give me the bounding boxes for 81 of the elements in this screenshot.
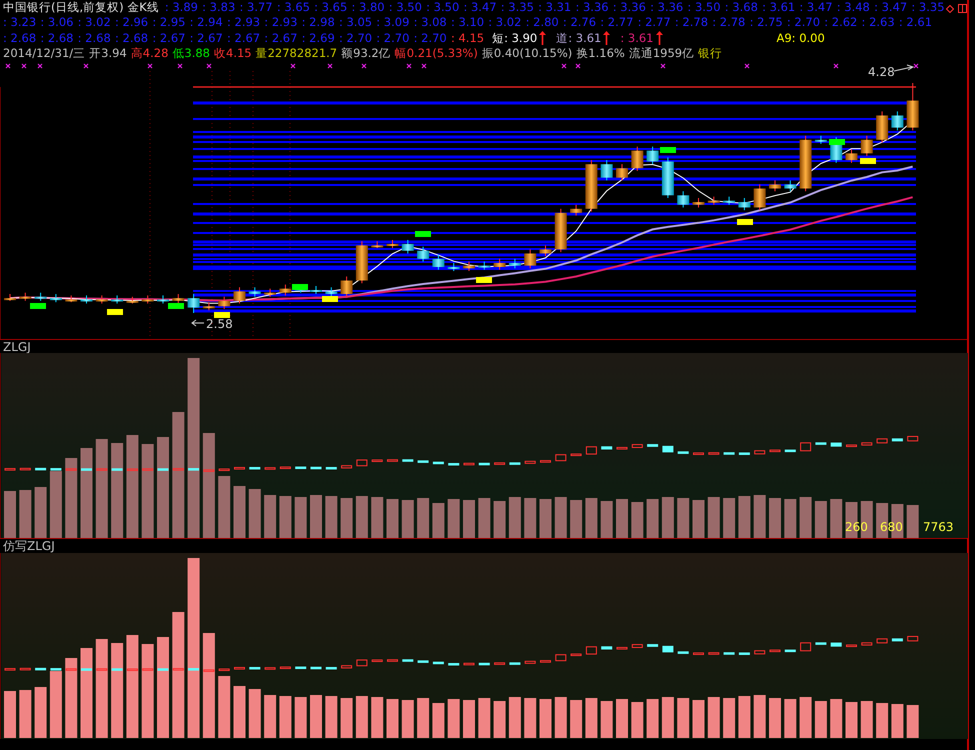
quote-field: 收4.15	[214, 46, 252, 62]
ma-value: : 2.63	[862, 15, 895, 31]
indicator-title: ZLGJ	[3, 340, 31, 354]
high-price-label: 4.28	[868, 65, 895, 80]
ma-value: : 2.61	[898, 15, 932, 31]
ma-value: : 3.02	[488, 15, 522, 31]
quote-field: 高4.28	[130, 46, 168, 62]
ma-value: : 2.68	[3, 30, 36, 46]
ma-value: : 3.35	[500, 0, 534, 16]
ma-value: : 3.10	[450, 15, 484, 31]
quote-field: 2014/12/31/三	[3, 46, 86, 62]
quote-field: 低3.88	[172, 46, 210, 62]
quote-field: 开3.94	[89, 46, 127, 62]
ma-value: : 2.70	[338, 30, 372, 46]
ma-value: : 3.48	[836, 0, 870, 16]
ma-value: : 2.93	[226, 15, 260, 31]
ma-value: : 2.77	[638, 15, 671, 31]
ma-value: : 3.02	[78, 15, 111, 31]
quote-field: 银行	[698, 46, 722, 62]
quote-field: 振0.40(10.15%)	[482, 46, 572, 62]
ma-value: : 2.98	[302, 15, 335, 31]
ma-value: : 3.61	[762, 0, 796, 16]
signal-value: 道: 3.61	[556, 30, 602, 46]
ma-value: : 3.77	[239, 0, 273, 16]
ma-value: : 3.23	[3, 15, 36, 31]
ma-value: : 3.65	[314, 0, 348, 16]
ma-value: : 3.50	[426, 0, 460, 16]
ma-value: : 3.80	[351, 0, 385, 16]
ma-value: : 2.78	[674, 15, 708, 31]
ma-value: : 3.47	[463, 0, 497, 16]
ma-value: : 2.70	[376, 30, 410, 46]
ma-value: : 2.67	[152, 30, 186, 46]
ma-value: : 3.50	[388, 0, 422, 16]
ma-value: : 3.05	[338, 15, 372, 31]
ma-value: : 3.06	[40, 15, 74, 31]
quote-field: 换1.16%	[576, 46, 625, 62]
ma-value: : 2.96	[114, 15, 148, 31]
ma-value: : 3.68	[724, 0, 758, 16]
chart-title: 中国银行(日线,前复权) 金K线	[3, 0, 159, 16]
ma-value: : 3.65	[276, 0, 310, 16]
quote-field: 幅0.21(5.33%)	[394, 46, 478, 62]
a9-value: A9: 0.00	[776, 30, 825, 46]
quote-field: 量22782821.7	[256, 46, 338, 62]
ma-value: : 2.68	[114, 30, 148, 46]
ma-value: : 2.67	[264, 30, 298, 46]
indicator-reading: 7763	[923, 520, 954, 534]
current-price: : 4.15	[450, 30, 484, 46]
ma-value: : 2.62	[824, 15, 858, 31]
ma-value: : 2.68	[78, 30, 111, 46]
quote-field: 流通1959亿	[628, 46, 694, 62]
ma-value: : 2.94	[190, 15, 223, 31]
ma-value: : 3.47	[874, 0, 908, 16]
ma-value: : 2.69	[302, 30, 335, 46]
low-price-label: 2.58	[206, 317, 233, 332]
ma-value: : 3.47	[799, 0, 833, 16]
ma-value: : 2.70	[786, 15, 820, 31]
ma-value: : 3.89	[164, 0, 198, 16]
ma-value: : 2.67	[190, 30, 223, 46]
ma-value: : 3.35	[911, 0, 945, 16]
ma-value: : 3.36	[650, 0, 684, 16]
ma-value: : 3.31	[538, 0, 572, 16]
ma-value: : 2.95	[152, 15, 186, 31]
ma-value: : 2.77	[600, 15, 634, 31]
ma-value: : 2.68	[40, 30, 74, 46]
ma-value: : 3.36	[612, 0, 646, 16]
ma-value: : 2.93	[264, 15, 298, 31]
ma-value: : 3.50	[687, 0, 721, 16]
ma-value: : 3.08	[414, 15, 447, 31]
ma-value: : 2.67	[226, 30, 260, 46]
ma-value: : 2.75	[750, 15, 783, 31]
signal-value: : 3.61	[620, 30, 654, 46]
ma-value: : 3.36	[575, 0, 609, 16]
ma-value: : 2.70	[414, 30, 447, 46]
ma-value: : 2.78	[712, 15, 746, 31]
signal-value: 短: 3.90	[492, 30, 538, 46]
quote-field: 额93.2亿	[341, 46, 391, 62]
ma-value: : 2.76	[562, 15, 596, 31]
indicator-title: 仿写ZLGJ	[3, 539, 55, 554]
ma-value: : 3.09	[376, 15, 410, 31]
ma-value: : 3.83	[202, 0, 236, 16]
ma-value: : 2.80	[526, 15, 559, 31]
